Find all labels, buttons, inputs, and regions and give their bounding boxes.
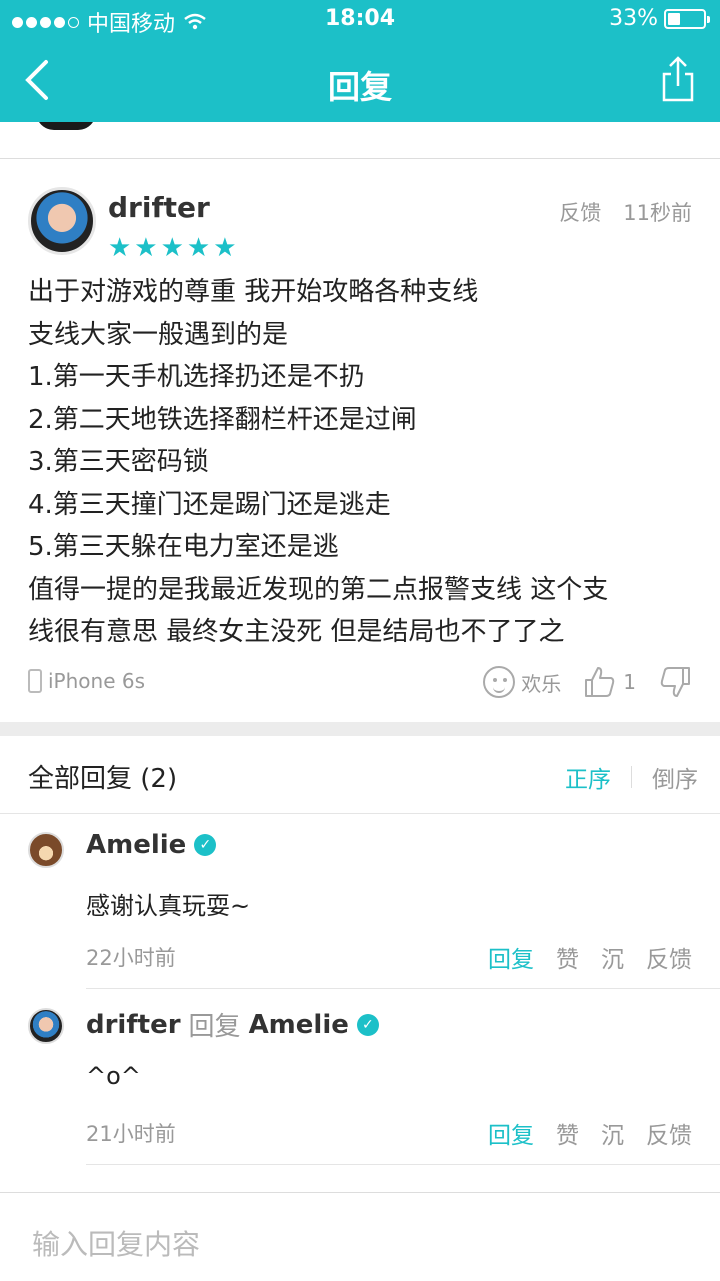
- sort-separator: [631, 766, 632, 788]
- reply-input[interactable]: 输入回复内容: [32, 1223, 200, 1263]
- thumbs-down-icon: [660, 667, 690, 697]
- reply-to-username[interactable]: Amelie: [249, 1010, 349, 1040]
- reply-input-bar[interactable]: 输入回复内容: [0, 1192, 720, 1281]
- reply-button[interactable]: 回复: [488, 940, 534, 974]
- smiley-icon: [483, 666, 516, 698]
- device-label: iPhone 6s: [48, 669, 146, 693]
- battery-percent: 33%: [609, 6, 658, 31]
- share-icon[interactable]: [658, 54, 698, 104]
- status-bar: 中国移动 18:04 33%: [0, 0, 720, 40]
- section-divider: [0, 722, 720, 736]
- verified-icon: ✓: [356, 1013, 379, 1036]
- reply-item: drifter 回复 Amelie ✓ ^o^ 21小时前 回复 赞 沉 反馈: [0, 990, 720, 1166]
- avatar[interactable]: [28, 187, 96, 255]
- reply-text: ^o^: [86, 1062, 141, 1090]
- reply-word: 回复: [188, 1012, 241, 1042]
- post-footer: iPhone 6s 欢乐 1: [28, 665, 692, 705]
- feedback-link[interactable]: 反馈: [559, 197, 601, 227]
- post-line: 值得一提的是我最近发现的第二点报警支线 这个支: [28, 574, 609, 605]
- divider: [86, 988, 720, 989]
- post-line: 2.第二天地铁选择翻栏杆还是过闸: [28, 404, 417, 435]
- page-title: 回复: [327, 68, 392, 106]
- sink-button[interactable]: 沉: [601, 1116, 624, 1150]
- content-scroll[interactable]: drifter ★★★★★ 反馈 11秒前 出于对游戏的尊重 我开始攻略各种支线…: [0, 122, 720, 1192]
- like-button[interactable]: 1: [583, 665, 636, 699]
- feedback-button[interactable]: 反馈: [646, 940, 692, 974]
- mood-label: 欢乐: [521, 671, 562, 696]
- thumbs-up-icon: [585, 667, 615, 697]
- post-username[interactable]: drifter: [108, 191, 210, 224]
- sink-button[interactable]: 沉: [601, 940, 624, 974]
- post-line: 1.第一天手机选择扔还是不扔: [28, 362, 365, 392]
- feedback-button[interactable]: 反馈: [646, 1116, 692, 1150]
- reply-time: 22小时前: [86, 946, 176, 970]
- replies-count-label: 全部回复 (2): [28, 764, 178, 794]
- nav-bar: 回复: [0, 40, 720, 122]
- sort-toggle: 正序 倒序: [565, 760, 698, 794]
- sort-asc-button[interactable]: 正序: [565, 760, 611, 794]
- reply-time: 21小时前: [86, 1122, 176, 1146]
- mood-button[interactable]: 欢乐: [483, 666, 561, 698]
- post-line: 出于对游戏的尊重 我开始攻略各种支线: [28, 277, 479, 307]
- avatar[interactable]: [28, 1008, 64, 1044]
- divider: [0, 158, 720, 159]
- reply-item: Amelie ✓ 感谢认真玩耍~ 22小时前 回复 赞 沉 反馈: [0, 814, 720, 990]
- sort-desc-button[interactable]: 倒序: [652, 760, 698, 794]
- reply-username[interactable]: Amelie: [86, 830, 186, 860]
- post-time: 11秒前: [623, 201, 692, 225]
- rating-stars: ★★★★★: [108, 233, 240, 263]
- verified-icon: ✓: [194, 834, 217, 856]
- like-button[interactable]: 赞: [556, 940, 579, 974]
- reply-text: 感谢认真玩耍~: [86, 892, 251, 920]
- post-body: 出于对游戏的尊重 我开始攻略各种支线 支线大家一般遇到的是 1.第一天手机选择扔…: [28, 271, 696, 654]
- top-bar: 中国移动 18:04 33% 回复: [0, 0, 720, 122]
- post-line: 4.第三天撞门还是踢门还是逃走: [28, 489, 391, 520]
- like-button[interactable]: 赞: [556, 1116, 579, 1150]
- post-line: 支线大家一般遇到的是: [28, 319, 289, 350]
- divider: [86, 1164, 720, 1165]
- previous-avatar-peek: [36, 122, 96, 130]
- battery-icon: [664, 8, 710, 29]
- post-line: 3.第三天密码锁: [28, 447, 209, 477]
- replies-header: 全部回复 (2) 正序 倒序: [0, 736, 720, 814]
- dislike-button[interactable]: [658, 665, 692, 699]
- like-count: 1: [623, 670, 636, 694]
- avatar[interactable]: [28, 832, 64, 868]
- post-line: 线很有意思 最终女主没死 但是结局也不了了之: [28, 617, 565, 647]
- reply-username[interactable]: drifter: [86, 1010, 181, 1040]
- phone-icon: [28, 669, 42, 693]
- post-line: 5.第三天躲在电力室还是逃: [28, 532, 339, 562]
- reply-button[interactable]: 回复: [488, 1116, 534, 1150]
